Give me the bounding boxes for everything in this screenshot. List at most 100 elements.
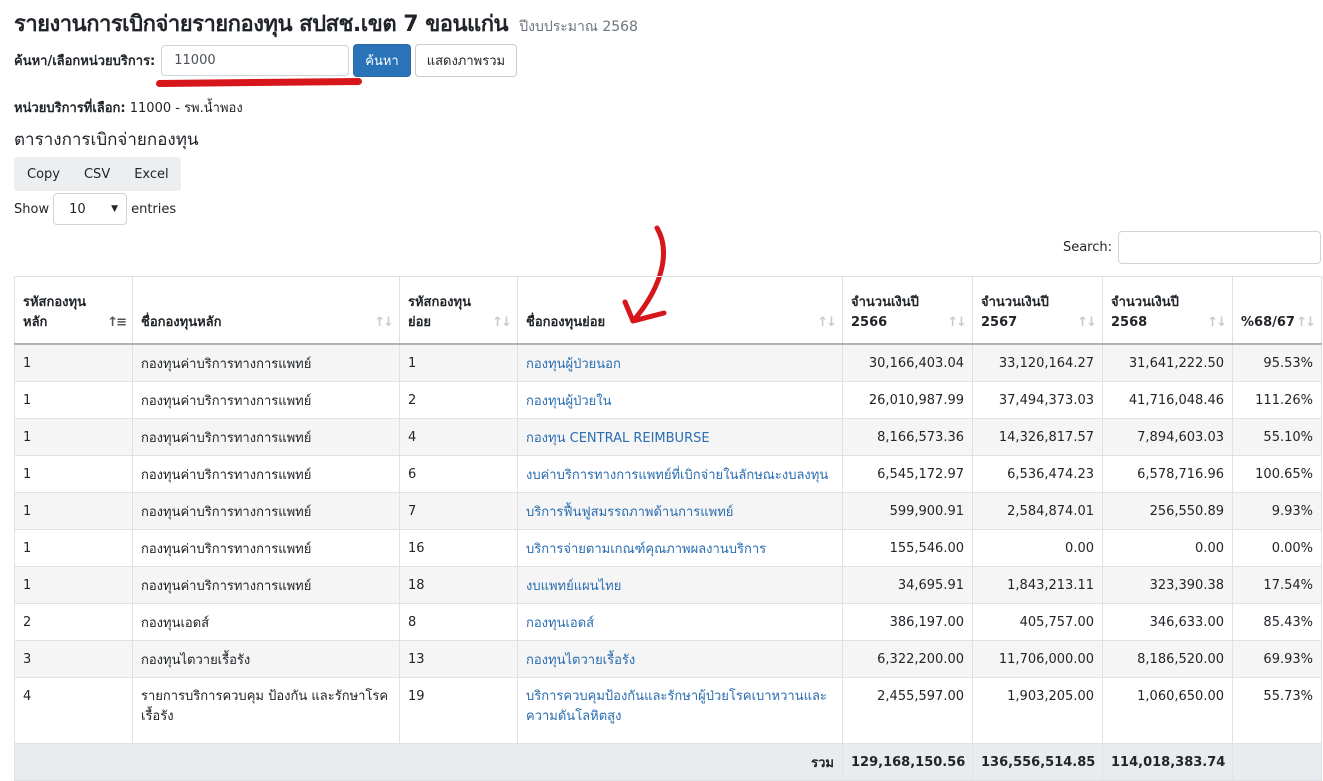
column-header-amount-2568[interactable]: จำนวนเงินปี 2568 ↑↓ bbox=[1102, 276, 1233, 345]
unit-search-input[interactable] bbox=[161, 44, 350, 76]
search-button[interactable]: ค้นหา bbox=[353, 43, 411, 77]
percent-cell: 85.43% bbox=[1232, 603, 1322, 641]
amount-2567-cell: 1,843,213.11 bbox=[972, 566, 1103, 604]
sub-fund-link[interactable]: งบแพทย์แผนไทย bbox=[526, 579, 621, 594]
amount-2567-cell: 2,584,874.01 bbox=[972, 492, 1103, 530]
sub-fund-link[interactable]: กองทุน CENTRAL REIMBURSE bbox=[526, 431, 710, 446]
sub-fund-code-cell: 2 bbox=[399, 381, 518, 419]
sub-fund-name-cell: งบแพทย์แผนไทย bbox=[517, 566, 843, 604]
page-length-select[interactable]: 10 ▼ bbox=[53, 193, 128, 225]
table-row: 1 กองทุนค่าบริการทางการแพทย์ 2 กองทุนผู้… bbox=[14, 381, 1322, 419]
table-row: 3 กองทุนไตวายเรื้อรัง 13 กองทุนไตวายเรื้… bbox=[14, 640, 1322, 678]
sub-fund-link[interactable]: กองทุนผู้ป่วยนอก bbox=[526, 357, 621, 372]
main-fund-name-cell: กองทุนค่าบริการทางการแพทย์ bbox=[132, 381, 400, 419]
column-header-percent-68-67[interactable]: %68/67 ↑↓ bbox=[1232, 276, 1322, 345]
sub-fund-name-cell: บริการฟื้นฟูสมรรถภาพด้านการแพทย์ bbox=[517, 492, 843, 530]
percent-cell: 9.93% bbox=[1232, 492, 1322, 530]
total-2568: 114,018,383.74 bbox=[1102, 743, 1233, 781]
fund-disbursement-table: รหัสกองทุนหลัก ↑≡ ชื่อกองทุนหลัก ↑↓ รหัสกอ… bbox=[14, 276, 1322, 781]
sort-both-icon: ↑↓ bbox=[1207, 315, 1227, 330]
main-fund-code-cell: 1 bbox=[14, 418, 133, 456]
column-header-amount-2567[interactable]: จำนวนเงินปี 2567 ↑↓ bbox=[972, 276, 1103, 345]
percent-cell: 55.73% bbox=[1232, 677, 1322, 744]
sub-fund-code-cell: 18 bbox=[399, 566, 518, 604]
unit-search-bar: ค้นหา/เลือกหน่วยบริการ: ค้นหา แสดงภาพรวม bbox=[14, 42, 518, 78]
amount-2568-cell: 346,633.00 bbox=[1102, 603, 1233, 641]
total-2566: 129,168,150.56 bbox=[842, 743, 973, 781]
column-header-main-fund-code[interactable]: รหัสกองทุนหลัก ↑≡ bbox=[14, 276, 133, 345]
percent-cell: 100.65% bbox=[1232, 455, 1322, 493]
main-fund-code-cell: 1 bbox=[14, 343, 133, 382]
amount-2568-cell: 41,716,048.46 bbox=[1102, 381, 1233, 419]
sub-fund-name-cell: งบค่าบริการทางการแพทย์ที่เบิกจ่ายในลักษณ… bbox=[517, 455, 843, 493]
main-fund-name-cell: กองทุนค่าบริการทางการแพทย์ bbox=[132, 343, 400, 382]
amount-2567-cell: 11,706,000.00 bbox=[972, 640, 1103, 678]
sort-both-icon: ↑↓ bbox=[1296, 315, 1316, 330]
amount-2566-cell: 155,546.00 bbox=[842, 529, 973, 567]
main-fund-name-cell: กองทุนไตวายเรื้อรัง bbox=[132, 640, 400, 678]
table-row: 4 รายการบริการควบคุม ป้องกัน และรักษาโรค… bbox=[14, 677, 1322, 744]
total-label: รวม bbox=[14, 743, 843, 781]
sub-fund-code-cell: 13 bbox=[399, 640, 518, 678]
copy-button[interactable]: Copy bbox=[14, 157, 72, 191]
sub-fund-name-cell: กองทุนผู้ป่วยนอก bbox=[517, 343, 843, 382]
table-search-label: Search: bbox=[1062, 239, 1112, 255]
total-2567: 136,556,514.85 bbox=[972, 743, 1103, 781]
table-row: 1 กองทุนค่าบริการทางการแพทย์ 18 งบแพทย์แ… bbox=[14, 566, 1322, 604]
excel-button[interactable]: Excel bbox=[122, 157, 180, 191]
amount-2566-cell: 26,010,987.99 bbox=[842, 381, 973, 419]
sort-both-icon: ↑↓ bbox=[1077, 315, 1097, 330]
table-header-row: รหัสกองทุนหลัก ↑≡ ชื่อกองทุนหลัก ↑↓ รหัสกอ… bbox=[14, 276, 1322, 345]
column-header-main-fund-name[interactable]: ชื่อกองทุนหลัก ↑↓ bbox=[132, 276, 400, 345]
sub-fund-link[interactable]: บริการฟื้นฟูสมรรถภาพด้านการแพทย์ bbox=[526, 505, 733, 520]
sub-fund-link[interactable]: บริการควบคุมป้องกันและรักษาผู้ป่วยโรคเบา… bbox=[526, 689, 827, 724]
column-header-sub-fund-code[interactable]: รหัสกองทุนย่อย ↑↓ bbox=[399, 276, 518, 345]
table-row: 1 กองทุนค่าบริการทางการแพทย์ 6 งบค่าบริก… bbox=[14, 455, 1322, 493]
total-percent-empty bbox=[1232, 743, 1322, 781]
main-fund-name-cell: กองทุนเอดส์ bbox=[132, 603, 400, 641]
sort-both-icon: ↑↓ bbox=[374, 315, 394, 330]
report-title: รายงานการเบิกจ่ายรายกองทุน สปสช.เขต 7 ขอ… bbox=[14, 12, 509, 37]
show-overview-button[interactable]: แสดงภาพรวม bbox=[414, 43, 518, 77]
sub-fund-link[interactable]: บริการจ่ายตามเกณฑ์คุณภาพผลงานบริการ bbox=[526, 542, 766, 557]
page-title: รายงานการเบิกจ่ายรายกองทุน สปสช.เขต 7 ขอ… bbox=[14, 6, 638, 41]
table-row: 1 กองทุนค่าบริการทางการแพทย์ 4 กองทุน CE… bbox=[14, 418, 1322, 456]
sub-fund-link[interactable]: กองทุนไตวายเรื้อรัง bbox=[526, 653, 635, 668]
red-underline-annotation bbox=[155, 77, 363, 88]
amount-2568-cell: 7,894,603.03 bbox=[1102, 418, 1233, 456]
main-fund-name-cell: กองทุนค่าบริการทางการแพทย์ bbox=[132, 418, 400, 456]
amount-2567-cell: 14,326,817.57 bbox=[972, 418, 1103, 456]
table-search-input[interactable] bbox=[1118, 230, 1321, 264]
sub-fund-link[interactable]: กองทุนผู้ป่วยใน bbox=[526, 394, 612, 409]
amount-2566-cell: 30,166,403.04 bbox=[842, 343, 973, 382]
sub-fund-code-cell: 19 bbox=[399, 677, 518, 744]
main-fund-name-cell: กองทุนค่าบริการทางการแพทย์ bbox=[132, 566, 400, 604]
sub-fund-name-cell: บริการควบคุมป้องกันและรักษาผู้ป่วยโรคเบา… bbox=[517, 677, 843, 744]
main-fund-code-cell: 3 bbox=[14, 640, 133, 678]
percent-cell: 55.10% bbox=[1232, 418, 1322, 456]
amount-2568-cell: 31,641,222.50 bbox=[1102, 343, 1233, 382]
main-fund-code-cell: 1 bbox=[14, 381, 133, 419]
sub-fund-name-cell: กองทุนไตวายเรื้อรัง bbox=[517, 640, 843, 678]
unit-search-label: ค้นหา/เลือกหน่วยบริการ: bbox=[14, 53, 156, 69]
sub-fund-link[interactable]: งบค่าบริการทางการแพทย์ที่เบิกจ่ายในลักษณ… bbox=[526, 468, 828, 483]
sub-fund-code-cell: 8 bbox=[399, 603, 518, 641]
length-prefix: Show bbox=[14, 201, 50, 217]
sort-both-icon: ↑↓ bbox=[492, 315, 512, 330]
main-fund-code-cell: 4 bbox=[14, 677, 133, 744]
column-header-amount-2566[interactable]: จำนวนเงินปี 2566 ↑↓ bbox=[842, 276, 973, 345]
column-header-sub-fund-name[interactable]: ชื่อกองทุนย่อย ↑↓ bbox=[517, 276, 843, 345]
fiscal-year-label: ปีงบประมาณ 2568 bbox=[519, 19, 638, 35]
chevron-down-icon: ▼ bbox=[111, 204, 119, 214]
percent-cell: 0.00% bbox=[1232, 529, 1322, 567]
sub-fund-code-cell: 16 bbox=[399, 529, 518, 567]
sub-fund-link[interactable]: กองทุนเอดส์ bbox=[526, 616, 594, 631]
sub-fund-name-cell: กองทุนเอดส์ bbox=[517, 603, 843, 641]
csv-button[interactable]: CSV bbox=[72, 157, 122, 191]
amount-2568-cell: 0.00 bbox=[1102, 529, 1233, 567]
table-row: 1 กองทุนค่าบริการทางการแพทย์ 16 บริการจ่… bbox=[14, 529, 1322, 567]
main-fund-name-cell: กองทุนค่าบริการทางการแพทย์ bbox=[132, 492, 400, 530]
amount-2567-cell: 6,536,474.23 bbox=[972, 455, 1103, 493]
main-fund-code-cell: 1 bbox=[14, 492, 133, 530]
table-search: Search: bbox=[1063, 230, 1321, 264]
